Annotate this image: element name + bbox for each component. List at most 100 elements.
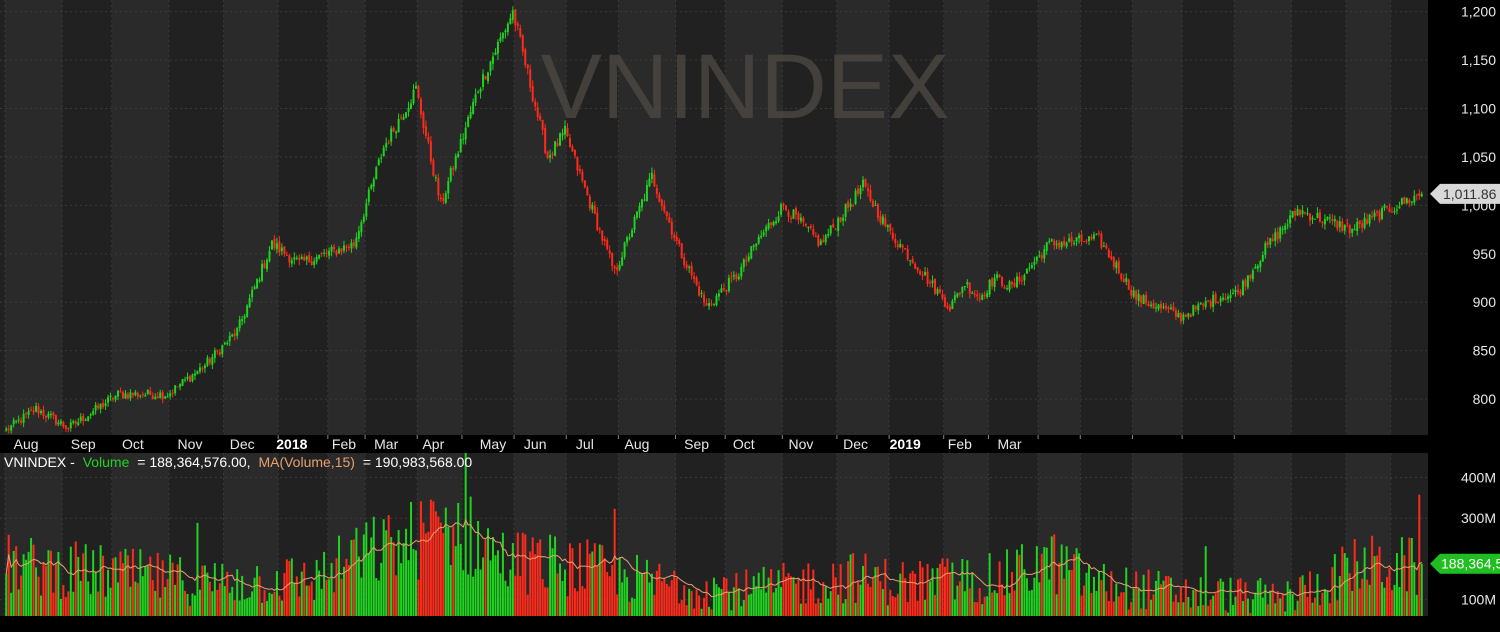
- month-label: Mar: [374, 436, 398, 452]
- volume-bar: [181, 580, 184, 616]
- candle-body: [159, 392, 162, 399]
- candle-body: [1244, 280, 1247, 287]
- volume-bar: [876, 566, 879, 616]
- volume-bar: [459, 544, 462, 616]
- volume-bar: [1050, 536, 1053, 616]
- volume-bar: [715, 584, 718, 616]
- candle-body: [1035, 256, 1038, 261]
- candle-body: [253, 286, 256, 290]
- volume-bar: [792, 577, 795, 616]
- volume-bar: [477, 521, 480, 616]
- candle-body: [410, 103, 413, 109]
- candle-body: [131, 393, 134, 396]
- candle-body: [670, 221, 673, 235]
- candle-body: [1087, 236, 1090, 242]
- volume-bar: [467, 574, 470, 616]
- volume-bar: [174, 584, 177, 616]
- candle-body: [648, 178, 651, 187]
- candle-body: [606, 239, 609, 250]
- volume-bar: [32, 544, 35, 616]
- candle-body: [864, 179, 867, 187]
- candle-body: [1174, 310, 1177, 317]
- volume-bar: [819, 602, 822, 616]
- volume-bar: [42, 562, 45, 616]
- volume-bar: [628, 601, 631, 616]
- volume-bar: [189, 605, 192, 616]
- volume-bar: [735, 573, 738, 616]
- volume-tick-label: 400M: [1461, 469, 1496, 485]
- volume-bar: [891, 596, 894, 616]
- candle-body: [104, 403, 107, 406]
- candle-body: [889, 223, 892, 231]
- candle-body: [1197, 304, 1200, 311]
- volume-bar: [246, 598, 249, 616]
- candle-body: [926, 271, 929, 284]
- volume-bar: [489, 560, 492, 616]
- volume-bar: [1405, 591, 1408, 616]
- candle-body: [221, 345, 224, 355]
- volume-bar: [894, 597, 897, 616]
- volume-bar: [375, 578, 378, 616]
- volume-bar: [275, 571, 278, 616]
- candle-body: [360, 222, 363, 233]
- candle-body: [261, 263, 264, 281]
- candle-body: [347, 246, 350, 249]
- candle-body: [906, 248, 909, 260]
- volume-bar: [355, 527, 358, 616]
- volume-bar: [64, 596, 67, 616]
- month-label: Feb: [332, 436, 356, 452]
- candle-body: [154, 396, 157, 399]
- volume-bar: [44, 566, 47, 616]
- volume-bar: [238, 600, 241, 616]
- volume-bar: [1068, 570, 1071, 616]
- candle-body: [27, 410, 30, 415]
- volume-bar: [1418, 494, 1421, 616]
- volume-bar: [362, 534, 365, 616]
- candle-body: [258, 280, 261, 282]
- volume-bar: [1239, 578, 1242, 616]
- candle-body: [268, 250, 271, 262]
- volume-bar: [226, 571, 229, 616]
- candle-body: [884, 218, 887, 227]
- candle-body: [573, 149, 576, 156]
- candle-body: [799, 217, 802, 222]
- candle-body: [1418, 193, 1421, 197]
- volume-bar: [5, 573, 8, 616]
- volume-panel[interactable]: 400M 300M 100M 188,364,5: [0, 453, 1500, 616]
- candle-body: [546, 151, 549, 159]
- candle-body: [1006, 288, 1009, 290]
- volume-bar: [1346, 557, 1349, 616]
- volume-bar: [449, 565, 452, 616]
- volume-bar: [258, 576, 261, 616]
- volume-bar: [1351, 590, 1354, 616]
- candle-body: [17, 419, 20, 421]
- candle-body: [1326, 216, 1329, 220]
- volume-bar: [809, 589, 812, 616]
- volume-bar: [104, 596, 107, 616]
- volume-bar: [1381, 582, 1384, 616]
- volume-bar: [1167, 576, 1170, 616]
- volume-bar: [179, 557, 182, 616]
- volume-bar: [698, 595, 701, 616]
- volume-bar: [1400, 537, 1403, 616]
- volume-bar: [1038, 582, 1041, 616]
- candle-body: [519, 28, 522, 37]
- candle-body: [1150, 304, 1153, 307]
- candle-body: [1015, 276, 1018, 288]
- candle-body: [402, 117, 405, 120]
- candle-body: [1269, 238, 1272, 245]
- candle-body: [74, 421, 77, 424]
- candle-body: [1202, 303, 1205, 306]
- candle-body: [1073, 242, 1076, 244]
- volume-bar: [94, 571, 97, 616]
- volume-bar: [1073, 554, 1076, 616]
- candle-body: [318, 254, 321, 259]
- volume-bar: [25, 559, 28, 616]
- candle-body: [387, 142, 390, 144]
- candle-body: [1162, 306, 1165, 308]
- volume-bar: [862, 565, 864, 616]
- volume-bar: [767, 577, 770, 616]
- month-label: Oct: [733, 436, 755, 452]
- candle-body: [554, 141, 557, 156]
- vnindex-chart[interactable]: 1,2001,1501,1001,0501,0009509008508001,0…: [0, 0, 1500, 632]
